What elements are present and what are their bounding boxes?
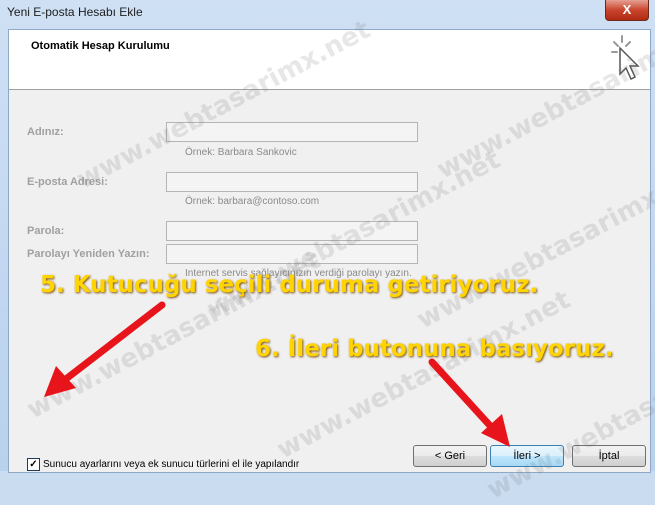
annotation-arrows [44,301,510,447]
step5-arrow [58,301,166,386]
step6-annotation: 6. İleri butonuna basıyoruz. [255,336,614,362]
step5-annotation: 5. Kutucuğu seçili duruma getiriyoruz. [40,272,539,298]
step6-arrow [428,358,498,434]
dialog-window: Yeni E-posta Hesabı Ekle X Otomatik Hesa… [0,0,655,505]
